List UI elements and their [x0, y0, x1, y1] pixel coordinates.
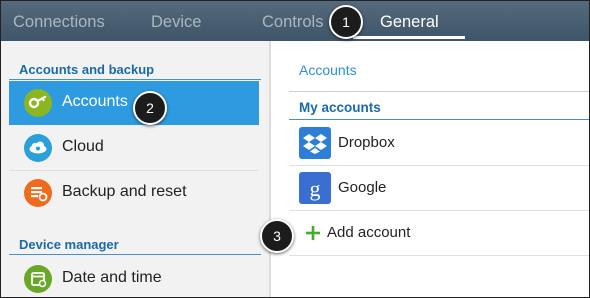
sidebar-item-backup-reset[interactable]: Backup and reset	[9, 171, 259, 215]
section-divider	[9, 79, 261, 80]
google-icon: g	[299, 172, 331, 204]
tab-bar: Connections Device Controls General	[1, 1, 589, 41]
add-account-button[interactable]: Add account	[289, 211, 589, 255]
accounts-panel: Accounts My accounts Dropbox g Google Ad…	[271, 41, 589, 297]
section-divider	[9, 254, 261, 255]
tab-connections[interactable]: Connections	[13, 1, 105, 41]
sidebar-item-label: Date and time	[62, 269, 162, 286]
callout-badge-1: 1	[329, 5, 363, 39]
tab-general[interactable]: General	[380, 1, 439, 41]
active-tab-indicator	[353, 36, 465, 39]
svg-text:g: g	[310, 176, 321, 201]
section-header-my-accounts: My accounts	[299, 100, 381, 115]
key-icon	[24, 89, 52, 117]
account-label: Google	[338, 179, 387, 196]
row-divider	[289, 255, 589, 256]
section-divider	[289, 119, 589, 120]
cloud-icon	[24, 134, 52, 162]
account-row-dropbox[interactable]: Dropbox	[289, 121, 589, 165]
account-row-google[interactable]: g Google	[289, 166, 589, 210]
settings-screen: Connections Device Controls General Acco…	[0, 0, 590, 298]
callout-badge-2: 2	[133, 91, 167, 125]
account-label: Dropbox	[338, 134, 395, 151]
plus-icon	[301, 221, 325, 245]
sidebar-item-label: Backup and reset	[62, 183, 187, 200]
section-header-accounts-backup: Accounts and backup	[19, 62, 155, 77]
header-divider	[289, 91, 589, 92]
sidebar-item-cloud[interactable]: Cloud	[9, 126, 259, 170]
dropbox-icon	[299, 127, 331, 159]
sidebar-item-label: Accounts	[62, 93, 128, 110]
callout-badge-3: 3	[260, 219, 294, 253]
sidebar-item-date-time[interactable]: Date and time	[9, 257, 259, 297]
settings-sidebar: Accounts and backup Accounts Cloud Backu…	[1, 41, 271, 297]
add-account-label: Add account	[327, 224, 411, 241]
backup-icon	[24, 179, 52, 207]
section-header-device-manager: Device manager	[19, 237, 119, 252]
sidebar-item-label: Cloud	[62, 138, 104, 155]
calendar-icon	[24, 265, 52, 293]
tab-device[interactable]: Device	[151, 1, 201, 41]
breadcrumb: Accounts	[299, 62, 357, 78]
tab-controls[interactable]: Controls	[262, 1, 323, 41]
